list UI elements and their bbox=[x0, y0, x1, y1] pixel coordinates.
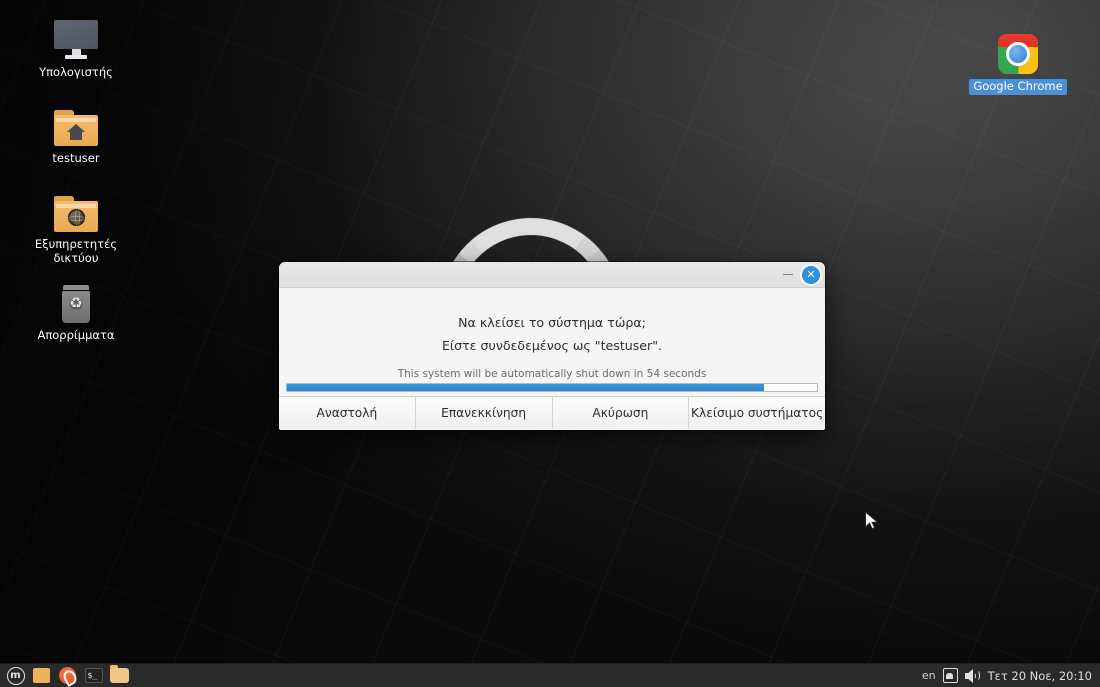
suspend-button[interactable]: Αναστολή bbox=[279, 397, 416, 429]
desktop-background[interactable]: Υπολογιστής testuser Εξυπηρετητές δικτύου… bbox=[0, 0, 1100, 687]
menu-button[interactable]: m bbox=[6, 666, 25, 685]
keyboard-layout-indicator[interactable]: en bbox=[922, 669, 936, 682]
show-desktop-icon bbox=[33, 668, 50, 683]
countdown-progress: This system will be automatically shut d… bbox=[286, 368, 818, 392]
show-desktop-button[interactable] bbox=[32, 666, 51, 685]
google-chrome-icon bbox=[968, 28, 1068, 74]
countdown-label: This system will be automatically shut d… bbox=[397, 368, 707, 380]
volume-icon[interactable] bbox=[964, 668, 981, 683]
display-icon[interactable] bbox=[942, 668, 958, 683]
files-launcher[interactable] bbox=[110, 665, 129, 685]
minimize-icon[interactable] bbox=[777, 265, 799, 285]
dialog-primary-message: Να κλείσει το σύστημα τώρα; bbox=[458, 315, 646, 330]
shutdown-button[interactable]: Κλείσιμο συστήματος bbox=[689, 397, 825, 429]
restart-button[interactable]: Επανεκκίνηση bbox=[415, 397, 553, 429]
dialog-body: Να κλείσει το σύστημα τώρα; Είστε συνδεδ… bbox=[279, 288, 825, 396]
computer-monitor-icon bbox=[26, 14, 126, 60]
home-folder-icon bbox=[26, 100, 126, 146]
desktop-icon-label: Google Chrome bbox=[969, 79, 1067, 95]
desktop-icon-label: Εξυπηρετητές δικτύου bbox=[34, 237, 118, 265]
desktop-icon-home[interactable]: testuser bbox=[26, 100, 126, 167]
trash-icon: ♻ bbox=[26, 277, 126, 323]
cancel-button[interactable]: Ακύρωση bbox=[552, 397, 690, 429]
network-servers-folder-icon bbox=[26, 186, 126, 232]
taskbar[interactable]: m $_ en Τετ 20 Νοε, 20:10 bbox=[0, 663, 1100, 687]
desktop-icon-label: testuser bbox=[52, 151, 100, 165]
desktop-icon-trash[interactable]: ♻ Απορρίμματα bbox=[26, 277, 126, 344]
firefox-icon bbox=[59, 667, 76, 684]
taskbar-launchers: m $_ bbox=[6, 665, 129, 685]
dialog-button-row: Αναστολή Επανεκκίνηση Ακύρωση Κλείσιμο σ… bbox=[279, 396, 825, 429]
clock[interactable]: Τετ 20 Νοε, 20:10 bbox=[988, 669, 1094, 683]
dialog-secondary-message: Είστε συνδεδεμένος ως "testuser". bbox=[441, 338, 663, 353]
terminal-launcher[interactable]: $_ bbox=[84, 666, 103, 685]
terminal-icon: $_ bbox=[84, 668, 103, 683]
firefox-launcher[interactable] bbox=[58, 666, 77, 685]
progress-fill bbox=[287, 384, 764, 391]
dialog-titlebar[interactable]: ✕ bbox=[279, 262, 825, 288]
desktop-icon-label: Υπολογιστής bbox=[39, 65, 113, 79]
linux-mint-menu-icon: m bbox=[6, 666, 25, 685]
file-manager-icon bbox=[110, 665, 129, 683]
desktop-icon-google-chrome[interactable]: Google Chrome bbox=[968, 28, 1068, 95]
desktop-icon-label: Απορρίμματα bbox=[37, 328, 115, 342]
system-tray: en Τετ 20 Νοε, 20:10 bbox=[922, 668, 1094, 683]
progress-track bbox=[286, 383, 818, 392]
shutdown-dialog[interactable]: ✕ Να κλείσει το σύστημα τώρα; Είστε συνδ… bbox=[279, 262, 825, 430]
desktop-icon-network-servers[interactable]: Εξυπηρετητές δικτύου bbox=[26, 186, 126, 266]
desktop-icon-computer[interactable]: Υπολογιστής bbox=[26, 14, 126, 81]
close-icon[interactable]: ✕ bbox=[802, 265, 820, 284]
